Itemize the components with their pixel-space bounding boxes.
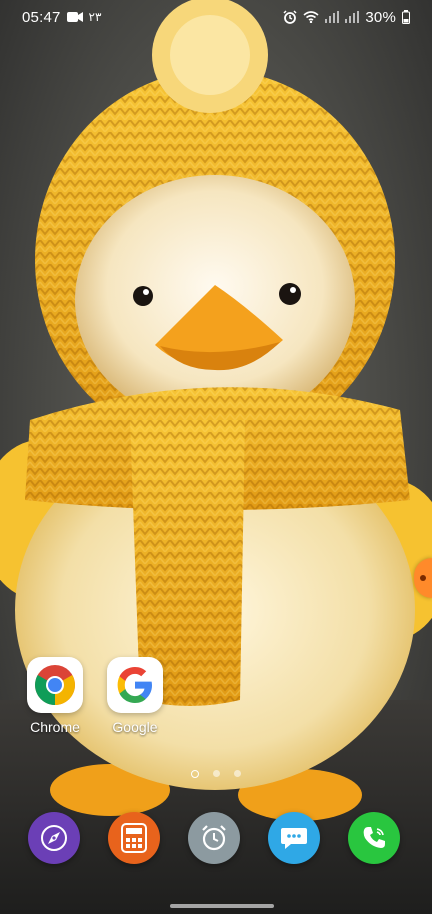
app-label: Google [112,719,158,735]
video-camera-icon [66,11,83,23]
alarm-icon [283,10,297,24]
internet-browser-icon[interactable] [28,812,80,864]
dock [0,812,432,864]
calculator-icon[interactable] [108,812,160,864]
page-indicator[interactable] [0,770,432,778]
app-label: Chrome [30,719,80,735]
clock-icon[interactable] [188,812,240,864]
status-bar-right: 30% [283,9,410,26]
battery-icon [402,10,410,24]
phone-icon[interactable] [348,812,400,864]
page-dot[interactable] [213,770,220,777]
messages-icon[interactable] [268,812,320,864]
wifi-icon [303,11,319,23]
chrome-icon[interactable] [27,657,83,713]
status-bar-left: 05:47 ٢٣ [22,9,101,26]
status-bar: 05:47 ٢٣ 30% [0,0,432,34]
app-google[interactable]: Google [100,657,170,735]
page-dot-current[interactable] [191,770,199,778]
app-chrome[interactable]: Chrome [20,657,90,735]
signal-icon [345,11,360,23]
status-time: 05:47 [22,8,61,26]
google-icon[interactable] [107,657,163,713]
navigation-handle[interactable] [170,904,274,908]
home-screen: 05:47 ٢٣ 30% Chrome Google [0,0,432,914]
page-dot[interactable] [234,770,241,777]
battery-percent: 30% [365,8,396,26]
notification-text: ٢٣ [88,10,102,24]
signal-icon [325,11,340,23]
